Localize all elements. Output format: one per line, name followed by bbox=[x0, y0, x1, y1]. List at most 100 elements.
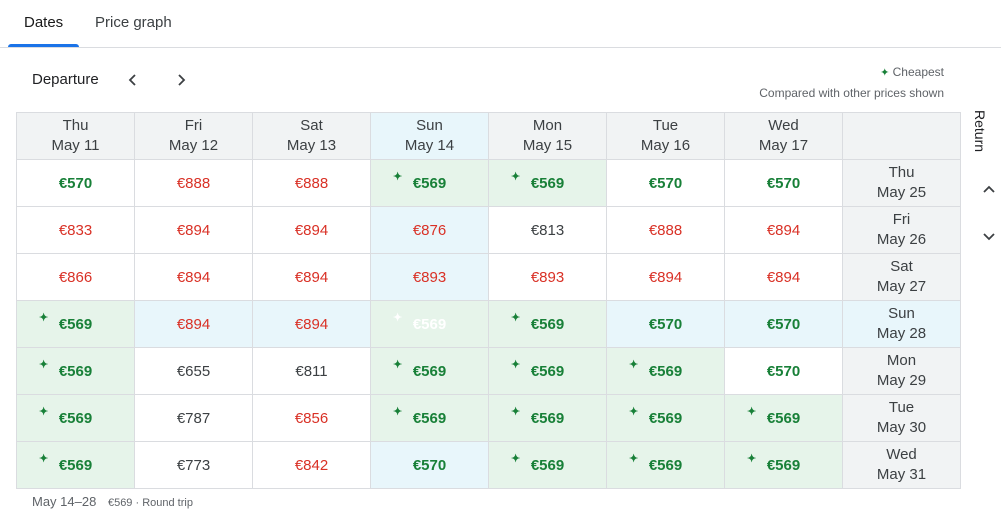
header-date: May 17 bbox=[758, 137, 809, 154]
sparkle-icon: ✦ bbox=[629, 359, 639, 371]
price-value: €570 bbox=[648, 174, 683, 192]
price-cell[interactable]: €655 bbox=[134, 347, 253, 395]
price-cell[interactable]: ✦ €569 bbox=[370, 394, 489, 442]
price-cell[interactable]: ✦ €569 bbox=[16, 347, 135, 395]
row-day: Wed bbox=[886, 446, 917, 463]
tab-price-graph[interactable]: Price graph bbox=[95, 14, 172, 31]
price-value: €569 bbox=[58, 456, 93, 474]
price-cell[interactable]: €570 bbox=[370, 441, 489, 489]
price-cell[interactable]: €894 bbox=[252, 206, 371, 254]
price-cell[interactable]: ✦ €569 bbox=[724, 394, 843, 442]
price-value: €813 bbox=[530, 221, 565, 239]
row-date: May 29 bbox=[876, 372, 927, 389]
selected-price-summary: €569 · Round trip bbox=[107, 497, 193, 509]
price-cell[interactable]: €570 bbox=[16, 159, 135, 207]
sparkle-icon: ✦ bbox=[511, 406, 521, 418]
sparkle-icon: ✦ bbox=[39, 406, 49, 418]
row-date: May 26 bbox=[876, 231, 927, 248]
price-cell[interactable]: €888 bbox=[134, 159, 253, 207]
price-value: €894 bbox=[176, 315, 211, 333]
next-week-button[interactable] bbox=[169, 68, 193, 92]
price-cell[interactable]: €570 bbox=[606, 300, 725, 348]
sparkle-icon: ✦ bbox=[393, 359, 403, 371]
price-cell[interactable]: ✦ €569 bbox=[606, 347, 725, 395]
price-cell[interactable]: €893 bbox=[370, 253, 489, 301]
price-cell[interactable]: ✦ €569 bbox=[16, 441, 135, 489]
price-cell[interactable]: €570 bbox=[606, 159, 725, 207]
price-value: €894 bbox=[294, 315, 329, 333]
price-cell[interactable]: €888 bbox=[252, 159, 371, 207]
price-cell[interactable]: €813 bbox=[488, 206, 607, 254]
price-value: €856 bbox=[294, 409, 329, 427]
price-cell[interactable]: ✦ €569 bbox=[488, 441, 607, 489]
price-value: €894 bbox=[176, 268, 211, 286]
price-value: €569 bbox=[412, 315, 447, 333]
price-cell[interactable]: €787 bbox=[134, 394, 253, 442]
return-date-row: ✦ €569 €655 €811 ✦ €569 ✦ €569 ✦ €569 €570 Mon May 2… bbox=[16, 347, 961, 395]
chevron-down-icon bbox=[983, 233, 995, 241]
return-date-row: €866 €894 €894 €893 €893 €894 €894 Sat May 27 bbox=[16, 253, 961, 301]
price-cell[interactable]: ✦ €569 bbox=[16, 300, 135, 348]
price-cell[interactable]: €894 bbox=[252, 253, 371, 301]
price-cell[interactable]: ✦ €569 bbox=[488, 300, 607, 348]
price-value: €570 bbox=[412, 456, 447, 474]
price-cell[interactable]: €893 bbox=[488, 253, 607, 301]
price-cell[interactable]: ✦ €569 bbox=[488, 347, 607, 395]
departure-date-header: Wed May 17 bbox=[724, 112, 843, 160]
price-cell[interactable]: €773 bbox=[134, 441, 253, 489]
price-cell[interactable]: €811 bbox=[252, 347, 371, 395]
price-cell[interactable]: €842 bbox=[252, 441, 371, 489]
price-value: €569 bbox=[766, 409, 801, 427]
price-cell[interactable]: €894 bbox=[606, 253, 725, 301]
return-next-button[interactable] bbox=[978, 226, 1000, 248]
header-day: Wed bbox=[768, 117, 799, 134]
price-cell[interactable]: €894 bbox=[724, 206, 843, 254]
price-cell[interactable]: €888 bbox=[606, 206, 725, 254]
chevron-left-icon bbox=[128, 74, 136, 86]
price-cell[interactable]: €894 bbox=[724, 253, 843, 301]
row-day: Fri bbox=[892, 211, 911, 228]
return-date-row: €833 €894 €894 €876 €813 €888 €894 Fri May 26 bbox=[16, 206, 961, 254]
price-cell[interactable]: €894 bbox=[134, 253, 253, 301]
price-value: €888 bbox=[176, 174, 211, 192]
price-cell[interactable]: ✦ €569 bbox=[488, 394, 607, 442]
chevron-right-icon bbox=[178, 74, 186, 86]
selection-summary: May 14–28 €569 · Round trip bbox=[32, 494, 193, 509]
price-value: €569 bbox=[58, 409, 93, 427]
price-value: €811 bbox=[295, 362, 328, 380]
price-cell[interactable]: ✦ €569 bbox=[16, 394, 135, 442]
price-cell[interactable]: ✦ €569 bbox=[488, 159, 607, 207]
price-cell[interactable]: €894 bbox=[134, 300, 253, 348]
sparkle-icon: ✦ bbox=[39, 453, 49, 465]
price-value: €894 bbox=[294, 268, 329, 286]
row-date: May 28 bbox=[876, 325, 927, 342]
price-cell[interactable]: €894 bbox=[252, 300, 371, 348]
header-day: Thu bbox=[62, 117, 89, 134]
selected-price-cell[interactable]: ✦ €569 bbox=[370, 300, 489, 348]
sparkle-icon: ✦ bbox=[629, 406, 639, 418]
price-cell[interactable]: €866 bbox=[16, 253, 135, 301]
return-date-header: Sun May 28 bbox=[842, 300, 961, 348]
price-cell[interactable]: €856 bbox=[252, 394, 371, 442]
price-value: €894 bbox=[294, 221, 329, 239]
price-cell[interactable]: €894 bbox=[134, 206, 253, 254]
price-value: €842 bbox=[294, 456, 329, 474]
price-cell[interactable]: €570 bbox=[724, 347, 843, 395]
price-cell[interactable]: ✦ €569 bbox=[370, 159, 489, 207]
price-cell[interactable]: €876 bbox=[370, 206, 489, 254]
return-date-row: ✦ €569 €787 €856 ✦ €569 ✦ €569 ✦ €569 ✦ €569 Tue May … bbox=[16, 394, 961, 442]
price-cell[interactable]: €833 bbox=[16, 206, 135, 254]
price-cell[interactable]: ✦ €569 bbox=[724, 441, 843, 489]
chevron-up-icon bbox=[983, 185, 995, 193]
price-cell[interactable]: €570 bbox=[724, 300, 843, 348]
price-cell[interactable]: ✦ €569 bbox=[606, 394, 725, 442]
previous-week-button[interactable] bbox=[121, 68, 145, 92]
tab-dates[interactable]: Dates bbox=[24, 14, 63, 31]
price-value: €894 bbox=[766, 268, 801, 286]
return-previous-button[interactable] bbox=[978, 178, 1000, 200]
price-cell[interactable]: €570 bbox=[724, 159, 843, 207]
price-cell[interactable]: ✦ €569 bbox=[606, 441, 725, 489]
price-value: €894 bbox=[766, 221, 801, 239]
price-cell[interactable]: ✦ €569 bbox=[370, 347, 489, 395]
price-value: €773 bbox=[176, 456, 211, 474]
